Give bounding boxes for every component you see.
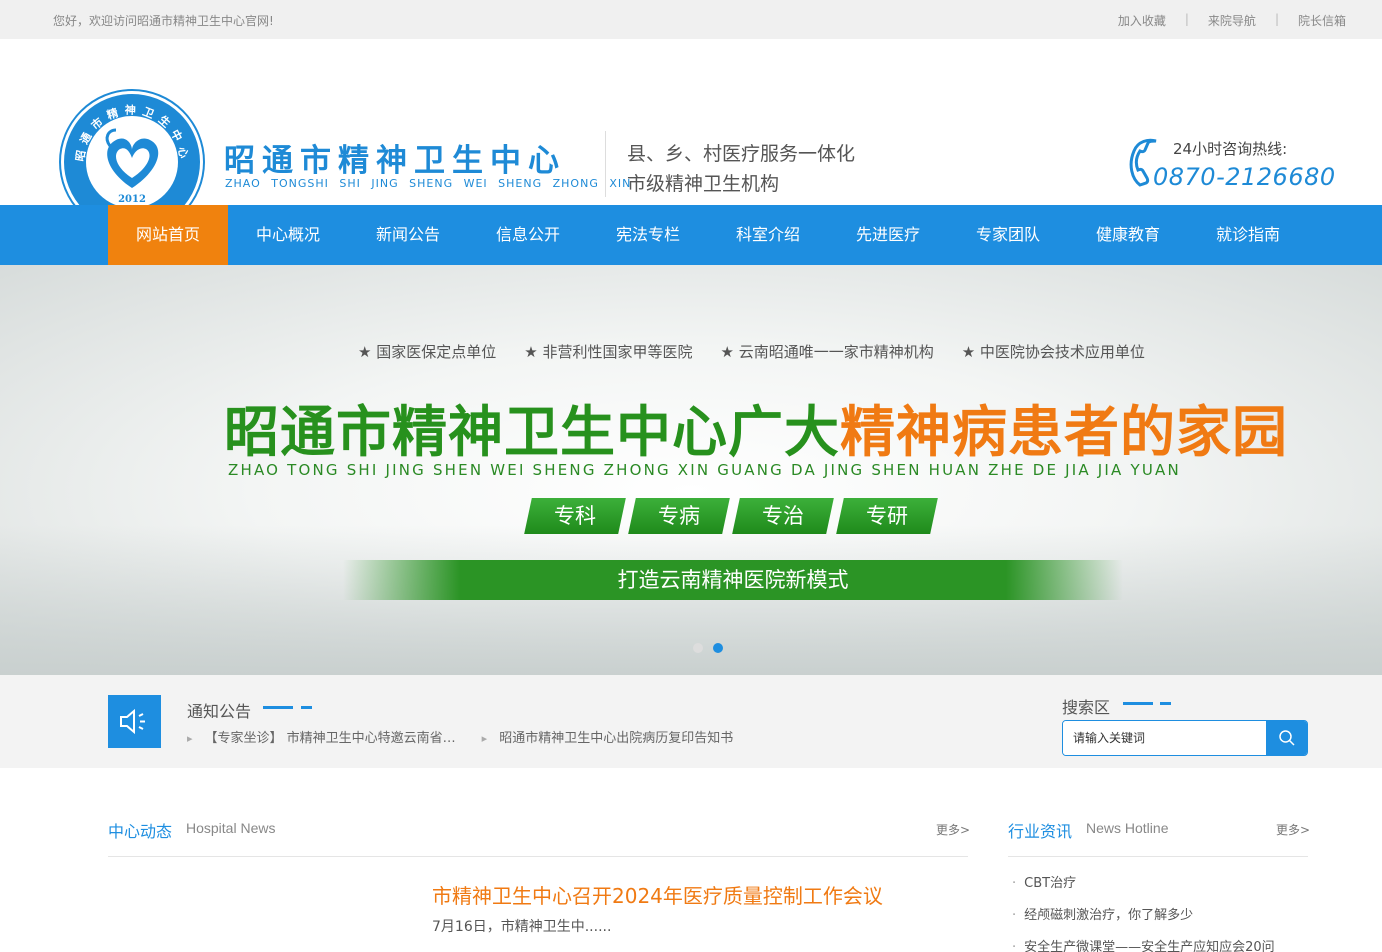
hospital-news-subtitle: Hospital News	[186, 820, 276, 836]
header-divider	[605, 131, 606, 197]
slide-dot-1[interactable]	[693, 643, 703, 653]
notice-icon-box	[108, 695, 161, 748]
nav-item-health-education[interactable]: 健康教育	[1068, 205, 1188, 265]
banner-features: 国家医保定点单位 非营利性国家甲等医院 云南昭通唯一一家市精神机构 中医院协会技…	[358, 341, 1173, 362]
banner-tag: 专研	[836, 498, 938, 534]
feature-item: 非营利性国家甲等医院	[524, 341, 692, 362]
banner-background	[0, 525, 1382, 675]
brand-name-en: ZHAO TONGSHI SHI JING SHENG WEI SHENG ZH…	[225, 177, 632, 190]
list-item[interactable]: CBT治疗	[1012, 876, 1275, 908]
slide-indicators	[693, 643, 733, 653]
search-title: 搜索区	[1062, 698, 1111, 717]
hero-banner[interactable]: 国家医保定点单位 非营利性国家甲等医院 云南昭通唯一一家市精神机构 中医院协会技…	[0, 265, 1382, 675]
industry-news-title: 行业资讯	[1008, 822, 1073, 841]
banner-title-orange: 精神病患者的家园	[840, 400, 1289, 464]
logo-year: 2012	[118, 194, 146, 205]
brand-name-cn: 昭通市精神卫生中心	[224, 143, 566, 179]
hospital-news-more-link[interactable]: 更多>	[936, 821, 970, 838]
news-headline[interactable]: 市精神卫生中心召开2024年医疗质量控制工作会议	[432, 880, 883, 909]
nav-item-advanced-medical[interactable]: 先进医疗	[828, 205, 948, 265]
nav-item-overview[interactable]: 中心概况	[228, 205, 348, 265]
slogan-line-1: 县、乡、村医疗服务一体化	[627, 143, 856, 165]
feature-item: 中医院协会技术应用单位	[962, 341, 1145, 362]
separator: |	[1184, 12, 1189, 26]
title-decoration	[301, 706, 312, 709]
feature-item: 国家医保定点单位	[358, 341, 496, 362]
welcome-text: 您好，欢迎访问昭通市精神卫生中心官网!	[53, 14, 274, 28]
banner-strip: 打造云南精神医院新模式	[343, 560, 1123, 600]
top-bar: 您好，欢迎访问昭通市精神卫生中心官网! 加入收藏 | 来院导航 | 院长信箱	[0, 0, 1382, 39]
search-icon	[1278, 730, 1295, 746]
main-nav: 网站首页 中心概况 新闻公告 信息公开 宪法专栏 科室介绍 先进医疗 专家团队 …	[0, 205, 1382, 265]
banner-title: 昭通市精神卫生中心广大精神病患者的家园	[224, 387, 1288, 467]
nav-item-visit-guide[interactable]: 就诊指南	[1188, 205, 1308, 265]
hospital-navigation-link[interactable]: 来院导航	[1208, 12, 1256, 29]
section-divider	[108, 856, 968, 857]
industry-news-subtitle: News Hotline	[1086, 820, 1169, 836]
separator: |	[1274, 12, 1279, 26]
industry-news-more-link[interactable]: 更多>	[1276, 821, 1310, 838]
section-divider	[1008, 856, 1308, 857]
news-section: 中心动态 Hospital News 更多> 市精神卫生中心召开2024年医疗质…	[0, 768, 1382, 952]
title-decoration	[1160, 702, 1171, 705]
site-header: 昭通市精神卫生中心 2012 昭通市精神卫生中心 ZHAO TONGSHI SH…	[0, 39, 1382, 233]
banner-tags: 专科 专病 专治 专研	[524, 498, 944, 534]
add-favorite-link[interactable]: 加入收藏	[1118, 12, 1166, 29]
top-links: 加入收藏 | 来院导航 | 院长信箱	[1118, 12, 1346, 29]
hospital-news-title: 中心动态	[108, 822, 173, 841]
industry-news-list: CBT治疗 经颅磁刺激治疗，你了解多少 安全生产微课堂——安全生产应知应会20问	[1012, 876, 1275, 952]
list-item[interactable]: 经颅磁刺激治疗，你了解多少	[1012, 908, 1275, 940]
speaker-icon	[120, 708, 145, 735]
nav-item-home[interactable]: 网站首页	[108, 205, 228, 265]
news-summary: 7月16日，市精神卫生中......	[432, 919, 612, 935]
notice-item[interactable]: 【专家坐诊】 市精神卫生中心特邀云南省…	[187, 727, 456, 746]
title-decoration	[1123, 702, 1153, 705]
hotline-number: 0870-2126680	[1153, 163, 1336, 191]
list-item[interactable]: 安全生产微课堂——安全生产应知应会20问	[1012, 940, 1275, 952]
feature-item: 云南昭通唯一一家市精神机构	[720, 341, 934, 362]
banner-pinyin: ZHAO TONG SHI JING SHEN WEI SHENG ZHONG …	[228, 461, 1181, 479]
notice-item[interactable]: 昭通市精神卫生中心出院病历复印告知书	[482, 727, 733, 746]
nav-item-news[interactable]: 新闻公告	[348, 205, 468, 265]
banner-tag: 专治	[732, 498, 834, 534]
notice-title: 通知公告	[187, 702, 252, 721]
nav-item-departments[interactable]: 科室介绍	[708, 205, 828, 265]
notice-list: 【专家坐诊】 市精神卫生中心特邀云南省… 昭通市精神卫生中心出院病历复印告知书	[187, 727, 759, 746]
search-input[interactable]	[1063, 721, 1267, 755]
title-decoration	[263, 706, 293, 709]
slogan-line-2: 市级精神卫生机构	[627, 173, 780, 195]
search-box	[1062, 720, 1308, 756]
banner-title-green: 昭通市精神卫生中心广大	[224, 400, 841, 464]
notice-bar: 通知公告 【专家坐诊】 市精神卫生中心特邀云南省… 昭通市精神卫生中心出院病历复…	[0, 675, 1382, 768]
banner-tag: 专科	[524, 498, 626, 534]
banner-tag: 专病	[628, 498, 730, 534]
nav-item-disclosure[interactable]: 信息公开	[468, 205, 588, 265]
slide-dot-2[interactable]	[713, 643, 723, 653]
search-button[interactable]	[1266, 721, 1307, 755]
nav-item-constitution[interactable]: 宪法专栏	[588, 205, 708, 265]
nav-item-experts[interactable]: 专家团队	[948, 205, 1068, 265]
director-mailbox-link[interactable]: 院长信箱	[1298, 12, 1346, 29]
hotline-label: 24小时咨询热线:	[1173, 140, 1288, 158]
